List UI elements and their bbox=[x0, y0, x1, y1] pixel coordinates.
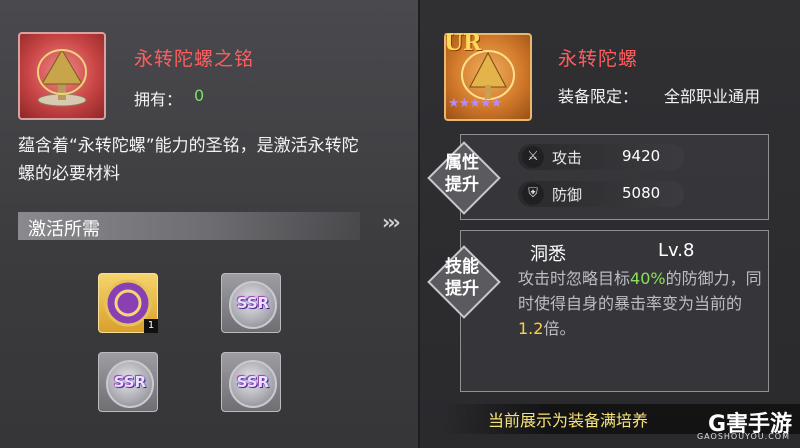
ssr-icon: SSR bbox=[229, 360, 277, 408]
chevron-right-icon: ››› bbox=[382, 210, 401, 234]
owned-value: 0 bbox=[194, 86, 205, 105]
skill-section-label: 技能 提升 bbox=[445, 257, 479, 299]
section-title: 激活所需 bbox=[28, 219, 100, 240]
star-rating: ★★★★★ bbox=[448, 96, 502, 111]
stat-defense: ⛨ 防御 5080 bbox=[518, 181, 684, 207]
ssr-icon: SSR bbox=[229, 281, 277, 329]
material-slot-3[interactable]: SSR bbox=[98, 352, 158, 412]
watermark-sub: GAOSHOUYOU.COM bbox=[696, 432, 790, 441]
slot-count: 1 bbox=[144, 319, 158, 333]
item-description: 蕴含着“永转陀螺”能力的圣铭，是激活永转陀螺的必要材料 bbox=[18, 136, 359, 184]
shield-icon: ⛨ bbox=[522, 183, 544, 205]
owned-label: 拥有： bbox=[134, 90, 183, 109]
ssr-icon: SSR bbox=[106, 360, 154, 408]
right-item-name: 永转陀螺 bbox=[558, 48, 639, 70]
equip-limit-label: 装备限定： bbox=[558, 87, 639, 106]
material-slot-4[interactable]: SSR bbox=[221, 352, 281, 412]
activation-requirements-header: 激活所需 bbox=[18, 212, 360, 240]
material-slot-2[interactable]: SSR bbox=[221, 273, 281, 333]
skill-level: Lv.8 bbox=[658, 240, 695, 261]
equip-limit-value: 全部职业通用 bbox=[664, 87, 761, 106]
attribute-section-label: 属性 提升 bbox=[445, 153, 479, 195]
gyroscope-icon bbox=[37, 49, 87, 107]
item-icon-frame bbox=[18, 32, 106, 120]
footer-note: 当前展示为装备满培养 bbox=[488, 411, 649, 430]
skill-description: 攻击时忽略目标40%的防御力，同时使得自身的暴击率变为当前的1.2倍。 bbox=[518, 269, 762, 338]
left-item-name: 永转陀螺之铭 bbox=[134, 48, 255, 70]
material-slot-1[interactable]: 1 bbox=[98, 273, 158, 333]
stat-attack: ⚔ 攻击 9420 bbox=[518, 144, 684, 170]
swords-icon: ⚔ bbox=[522, 146, 544, 168]
rarity-badge: UR bbox=[444, 30, 482, 56]
skill-name: 洞悉 bbox=[530, 244, 566, 265]
